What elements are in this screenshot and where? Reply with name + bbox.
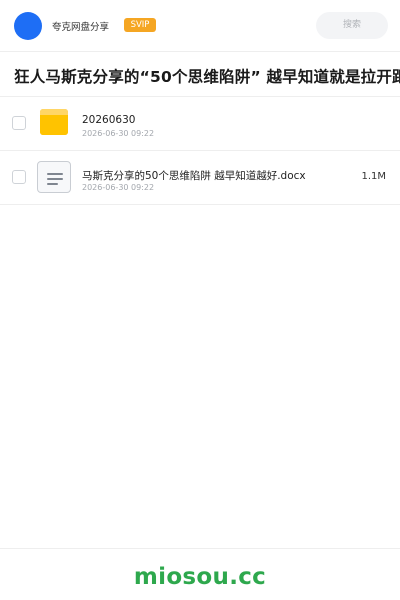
file-row-document[interactable]: 马斯克分享的50个思维陷阱 越早知道越好.docx 2026-06-30 09:… — [0, 151, 400, 205]
folder-icon — [40, 109, 68, 135]
document-icon — [37, 161, 71, 193]
row-checkbox[interactable] — [12, 170, 26, 184]
title-bar: 狂人马斯克分享的“50个思维陷阱” 越早知道就是拉开距离的开始 — [0, 52, 400, 97]
file-size: 1.1M — [361, 171, 386, 182]
file-name[interactable]: 马斯克分享的50个思维陷阱 越早知道越好.docx — [82, 168, 306, 183]
app-header: 夸克网盘分享 SVIP 搜索 — [0, 0, 400, 52]
footer-brand[interactable]: miosou.cc — [0, 564, 400, 590]
user-name[interactable]: 夸克网盘分享 — [52, 19, 109, 33]
page-title: 狂人马斯克分享的“50个思维陷阱” 越早知道就是拉开距离的开始 — [14, 68, 400, 86]
avatar[interactable] — [14, 12, 42, 40]
file-date: 2026-06-30 09:22 — [82, 129, 155, 138]
file-row-folder[interactable]: 20260630 2026-06-30 09:22 — [0, 97, 400, 151]
file-name[interactable]: 20260630 — [82, 114, 135, 126]
file-date: 2026-06-30 09:22 — [82, 183, 155, 192]
svip-badge: SVIP — [124, 18, 156, 32]
row-checkbox[interactable] — [12, 116, 26, 130]
footer: miosou.cc — [0, 548, 400, 600]
search-input[interactable]: 搜索 — [316, 12, 388, 39]
